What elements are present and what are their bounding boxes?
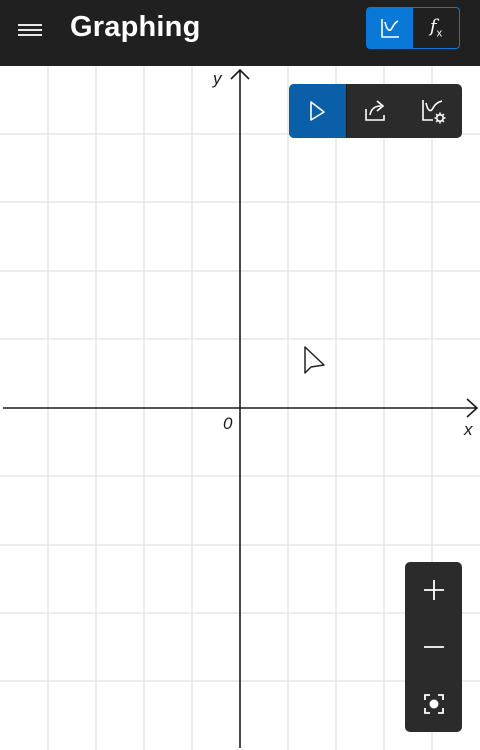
mouse-pointer-icon: [304, 346, 325, 374]
hamburger-menu-icon[interactable]: [14, 18, 46, 42]
graph-options-icon: [422, 100, 446, 124]
origin-label: 0: [223, 414, 233, 433]
app-header: Graphing fx: [0, 0, 480, 66]
plus-icon: [423, 580, 444, 601]
fit-view-icon: [423, 693, 444, 714]
zoom-controls: [405, 562, 462, 732]
zoom-out-button[interactable]: [405, 619, 462, 676]
graph-toolbar: [289, 84, 462, 138]
minus-icon: [423, 646, 444, 648]
function-mode-button[interactable]: fx: [413, 8, 459, 48]
mode-toggle: fx: [366, 7, 460, 49]
x-axis-label: x: [464, 420, 473, 439]
zoom-in-button[interactable]: [405, 562, 462, 619]
function-mode-icon: fx: [429, 16, 443, 40]
select-button[interactable]: [289, 84, 347, 138]
graph-options-button[interactable]: [404, 84, 462, 138]
reset-view-button[interactable]: [405, 675, 462, 732]
y-axis-label: y: [213, 69, 222, 88]
select-cursor-icon: [310, 101, 326, 121]
share-icon: [364, 100, 385, 121]
share-button[interactable]: [347, 84, 405, 138]
graph-mode-button[interactable]: [367, 8, 413, 48]
graph-mode-icon: [381, 19, 399, 38]
page-title: Graphing: [70, 11, 201, 43]
